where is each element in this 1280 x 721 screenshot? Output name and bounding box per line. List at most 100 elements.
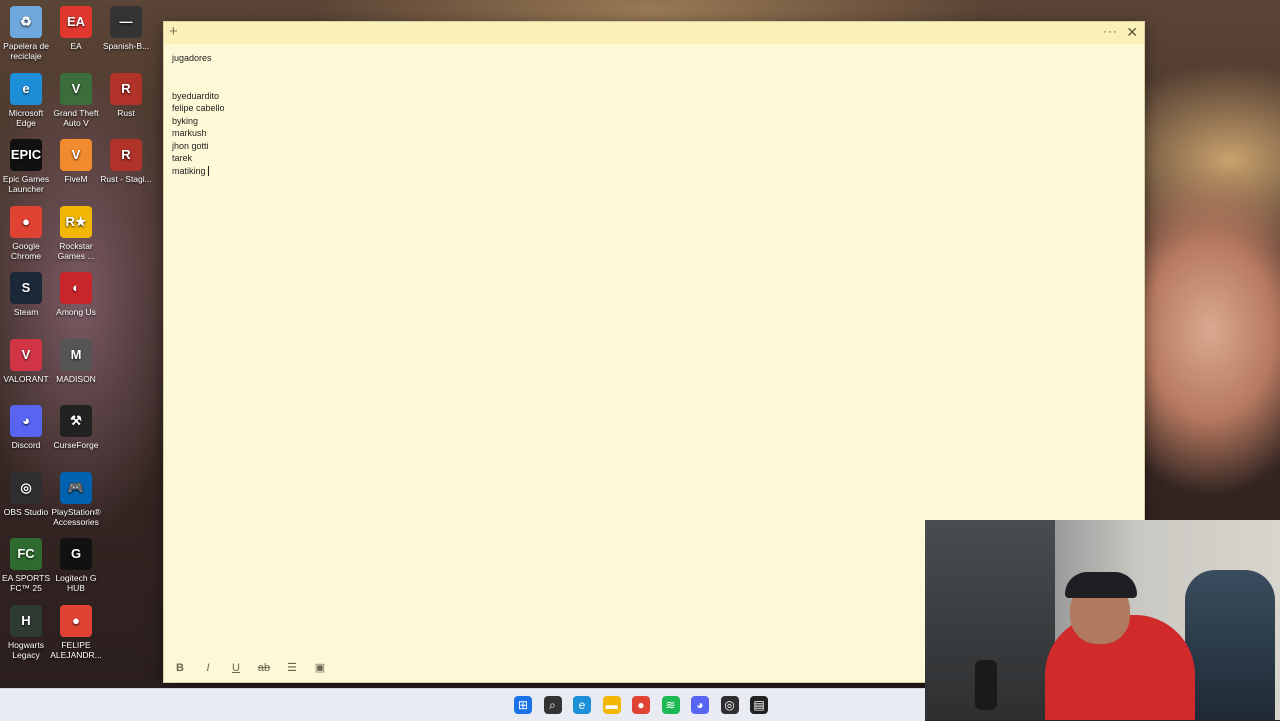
desktop-icon-label: Microsoft Edge [8,107,44,128]
app-icon: 🎮 [60,471,92,504]
add-note-icon[interactable]: + [169,24,178,40]
app-icon: ◕ [10,405,42,437]
sticky-notes-icon[interactable]: ▤ [750,696,768,714]
desktop-icon[interactable]: EPIC Epic Games Launcher [0,139,52,194]
desktop-icon-label: Among Us [56,307,96,317]
note-text-line: byking [172,115,1112,128]
spotify-icon[interactable]: ≋ [661,696,680,714]
desktop-icon[interactable]: ♻ Papelera de reciclaje [0,6,52,61]
desktop-icon[interactable]: ◕ Discord [0,405,52,450]
note-text-line: matiking [172,165,1112,178]
search-icon[interactable]: ⌕ [543,696,562,714]
close-icon[interactable]: ✕ [1126,24,1138,40]
app-icon: G [60,538,92,570]
desktop-icon[interactable]: ◎ OBS Studio [0,471,52,517]
underline-button[interactable]: U [228,660,244,676]
desktop-icon[interactable]: V FiveM [50,139,102,184]
desktop-icon-label: PlayStation® Accessories [51,506,101,527]
desktop-icon[interactable]: G Logitech G HUB [50,538,102,593]
note-line-text: jhon gotti [172,140,209,151]
insert-image-button[interactable]: ▣ [312,660,328,676]
webcam-overlay [925,520,1280,720]
bold-button[interactable]: B [172,660,188,676]
gaming-chair [1185,570,1275,720]
desktop-icon-label: Logitech G HUB [55,573,97,593]
app-icon: R [110,72,142,105]
desktop-icon-label: Spanish-B... [102,41,150,51]
file-explorer-icon[interactable]: ▬ [602,696,621,714]
desktop-icon[interactable]: FC EA SPORTS FC™ 25 [0,538,52,593]
desktop-icon-label: Hogwarts Legacy [8,639,44,660]
note-line-text: markush [172,128,207,138]
app-icon: e [10,72,42,105]
desktop-icon[interactable]: EA EA [50,6,102,51]
note-text-line: jugadores [172,52,1112,65]
app-icon: ◎ [10,471,42,504]
desktop-icon-label: Steam [13,307,39,317]
app-icon: EPIC [10,139,42,171]
chrome-icon[interactable]: ● [632,696,650,714]
edge-icon[interactable]: e [573,696,591,714]
desktop-icon-label: CurseForge [53,440,99,450]
note-text-line: felipe cabello [172,102,1112,115]
microphone [975,660,997,710]
note-text-area[interactable]: jugadores byeduardito felipe cabello byking… [172,52,1112,177]
desktop-icon[interactable]: e Microsoft Edge [0,72,52,128]
desktop-icon[interactable]: 🎮 PlayStation® Accessories [50,471,102,527]
desktop-icon[interactable]: V VALORANT [0,338,52,384]
desktop-icon[interactable]: R Rust [100,72,152,118]
note-line-text: felipe cabello [172,103,225,113]
app-icon: EA [60,6,92,38]
note-title-bar[interactable]: + ··· ✕ [164,22,1144,44]
app-icon: ● [10,205,42,238]
note-line-text: byking [172,115,199,126]
taskbar: ⊞ ⌕ e ▬ ● ≋ ◕ ◎ ▤ [0,688,925,721]
desktop-icon-label: EA [70,41,82,51]
desktop-icons: ♻ Papelera de reciclaje EA EA — Spanish-B... e… [0,0,160,680]
messenger-icon[interactable]: ◕ [691,696,709,714]
desktop-icon[interactable]: S Steam [0,272,52,317]
note-text-line [172,65,1112,78]
more-options-icon[interactable]: ··· [1103,24,1118,38]
desktop-icon[interactable]: R Rust - Stagi... [100,139,152,184]
note-text-line: byeduardito [172,90,1112,103]
app-icon: ● [60,604,92,637]
app-icon: M [60,338,92,371]
desktop-icon[interactable]: H Hogwarts Legacy [0,604,52,660]
desktop-icon[interactable]: ● Google Chrome [0,205,52,261]
desktop-icon-label: Grand Theft Auto V [53,107,99,128]
note-text-line: markush [172,127,1112,140]
text-cursor [207,166,209,177]
app-icon: ⚒ [60,405,92,437]
start-icon[interactable]: ⊞ [514,696,532,714]
strikethrough-button[interactable]: ab [256,660,272,676]
desktop-icon-label: FiveM [64,174,88,184]
desktop-icon[interactable]: R★ Rockstar Games ... [50,205,102,261]
desktop-icon[interactable]: ● FELIPE ALEJANDR... [50,604,102,660]
desktop-icon-label: Discord [11,440,41,450]
note-text-line: tarek [172,152,1112,165]
italic-button[interactable]: I [200,660,216,676]
app-icon: ◐ [60,272,92,304]
desktop-icon[interactable]: ◐ Among Us [50,272,102,317]
desktop-icon-label: Rust - Stagi... [100,174,152,184]
app-icon: S [10,272,42,304]
desktop-icon[interactable]: V Grand Theft Auto V [50,72,102,128]
desktop-icon-label: Google Chrome [10,240,42,261]
note-line-text: tarek [172,153,193,163]
desktop-icon[interactable]: — Spanish-B... [100,6,152,51]
app-icon: H [10,604,42,637]
desktop-icon-label: FELIPE ALEJANDR... [50,639,102,660]
desktop-icon-label: OBS Studio [3,506,49,517]
desktop-icon[interactable]: M MADISON [50,338,102,384]
obs-icon[interactable]: ◎ [720,696,739,714]
desktop-icon-label: Rust [117,107,135,118]
desktop-icon-label: MADISON [56,373,96,384]
note-line-text: jugadores [172,53,212,63]
app-icon: V [60,72,92,105]
desktop-icon[interactable]: ⚒ CurseForge [50,405,102,450]
note-text-line [172,77,1112,90]
note-text-line: jhon gotti [172,140,1112,153]
bullet-list-button[interactable]: ☰ [284,660,300,676]
app-icon: — [110,6,142,38]
